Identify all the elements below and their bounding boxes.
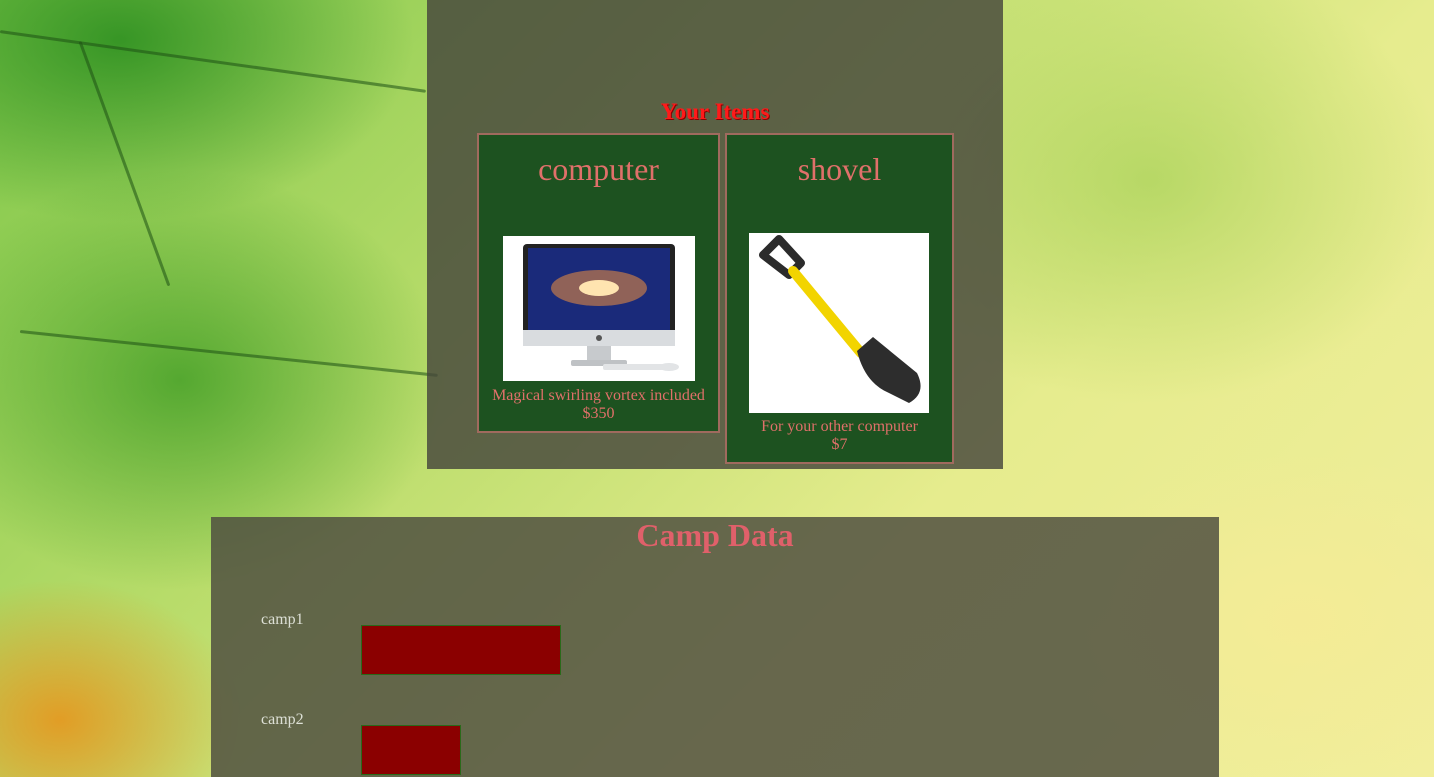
leaf-vein — [0, 30, 427, 93]
item-card-computer[interactable]: computer Magical swirling vortex include… — [477, 133, 720, 433]
camp-label-camp2: camp2 — [261, 711, 304, 728]
camp-bar-camp1 — [361, 625, 561, 675]
item-description: For your other computer — [761, 418, 918, 435]
item-price: $350 — [582, 405, 615, 422]
items-title: Your Items — [660, 99, 770, 124]
leaf-vein — [78, 40, 171, 287]
camp-data-panel: Camp Data camp1 camp2 — [211, 517, 1219, 777]
camp-bar-camp2 — [361, 725, 461, 775]
item-name: shovel — [797, 151, 882, 187]
leaf-vein — [19, 330, 438, 377]
item-name: computer — [538, 151, 659, 187]
item-card-shovel[interactable]: shovel For your other computer $7 — [725, 133, 954, 464]
item-price: $7 — [831, 436, 848, 453]
computer-image — [503, 236, 695, 381]
camp-label-camp1: camp1 — [261, 611, 304, 628]
items-panel: Your Items computer Magical swirling vor… — [427, 0, 1003, 469]
item-description: Magical swirling vortex included — [492, 387, 705, 404]
camp-title: Camp Data — [636, 517, 794, 553]
shovel-image — [749, 233, 929, 413]
